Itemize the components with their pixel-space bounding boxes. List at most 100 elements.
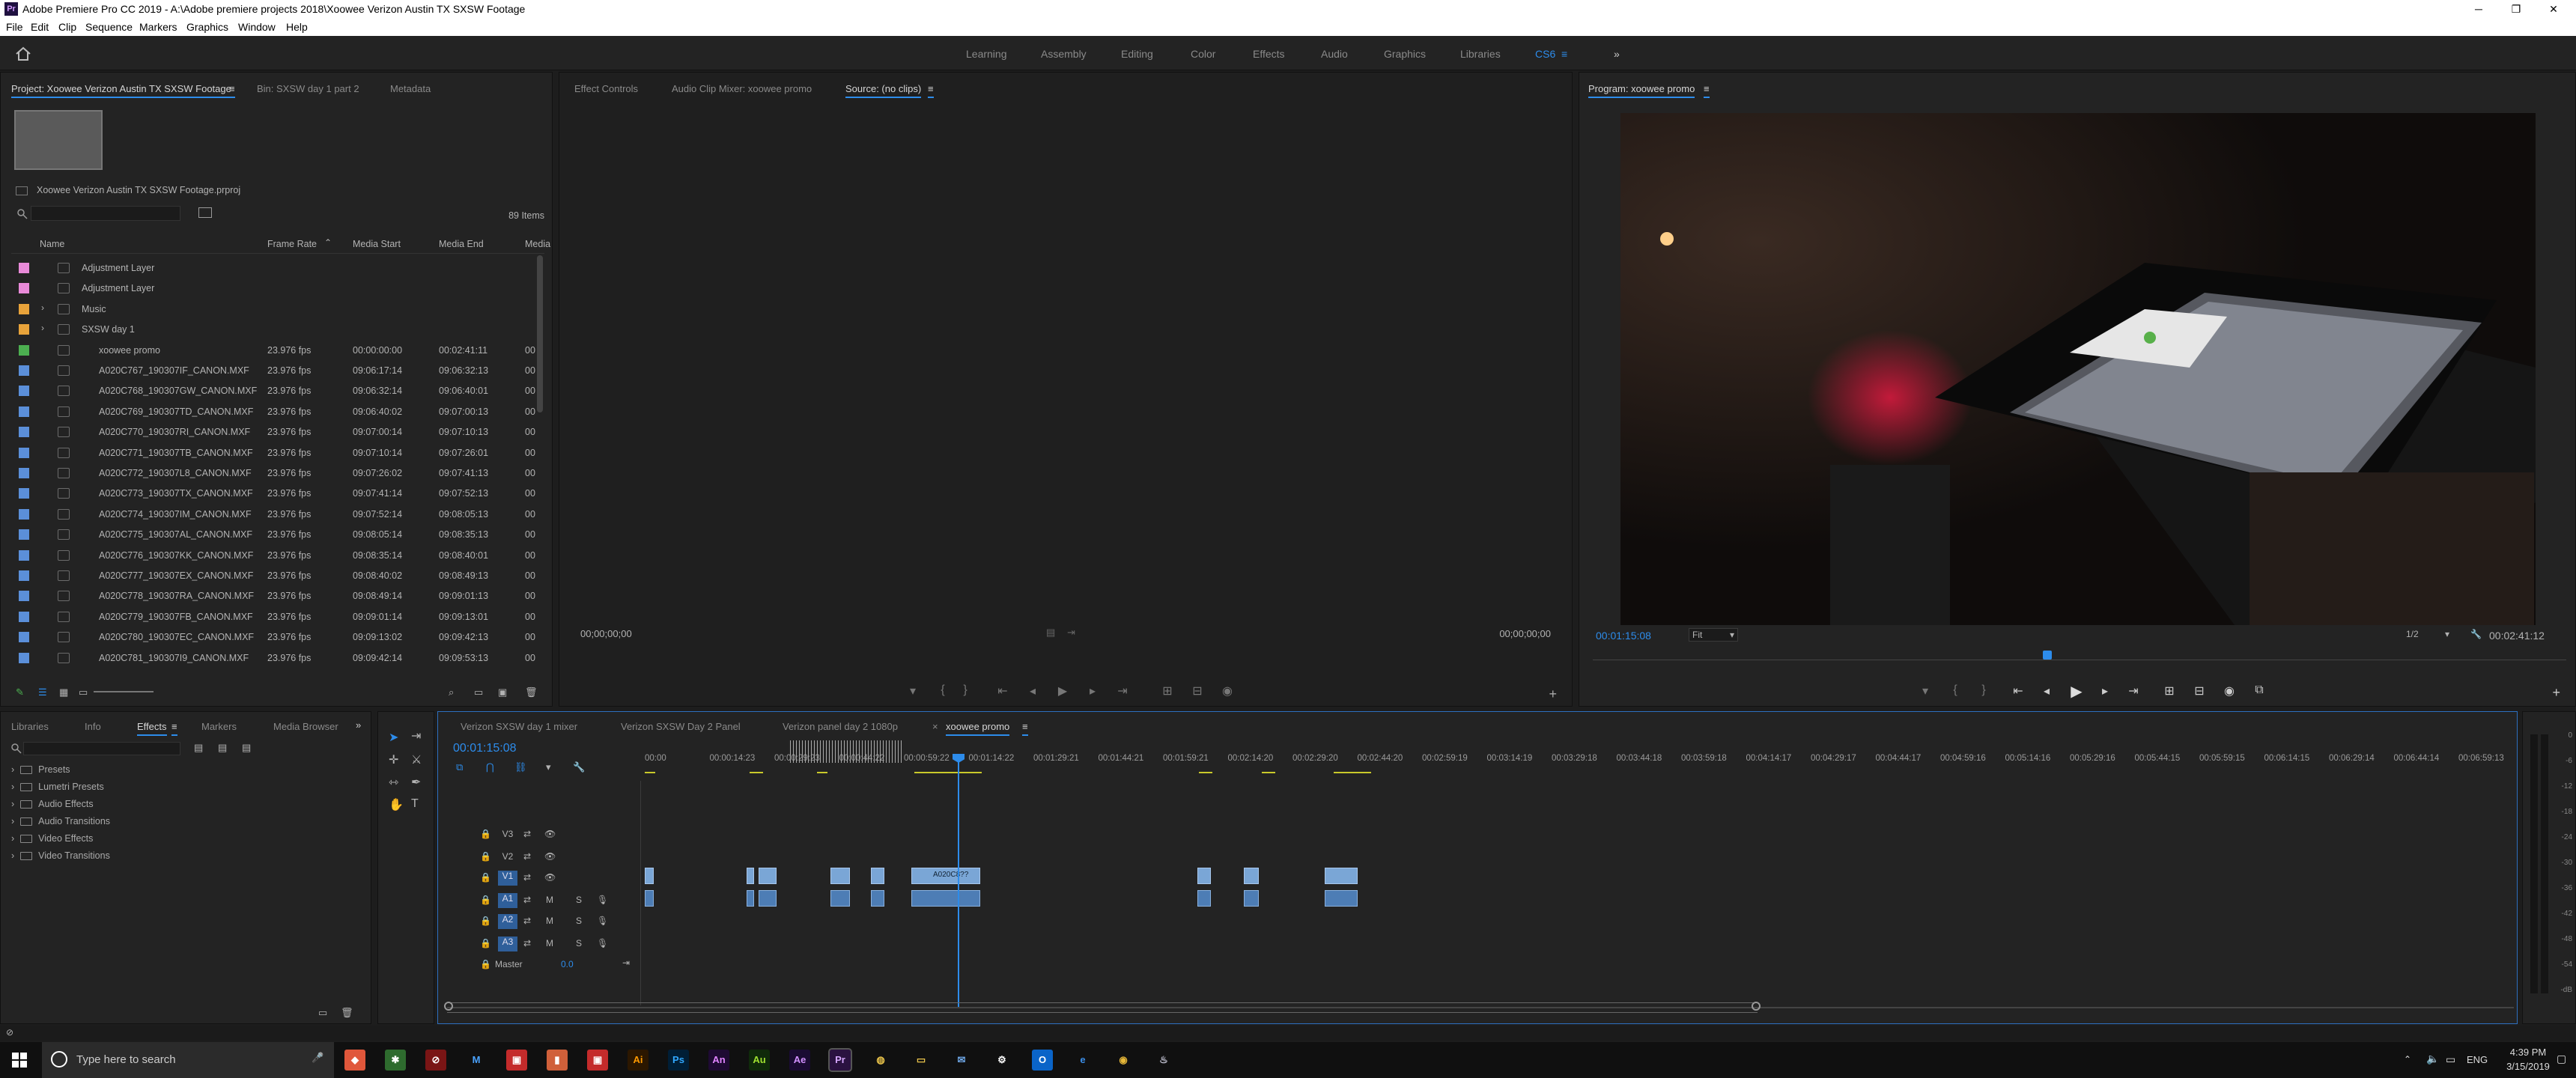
settings-gear-icon[interactable]: ⚙ [991,1050,1012,1071]
project-tab-menu[interactable]: ≡ [229,83,235,98]
label-color-swatch[interactable] [19,406,29,417]
new-bin-from-search-icon[interactable] [198,207,212,218]
track-sync-icon[interactable]: ⇄ [523,938,531,948]
home-icon[interactable] [15,46,31,61]
program-video-frame[interactable] [1620,113,2536,625]
play-icon[interactable]: ▶ [1054,683,1072,698]
marker-icon[interactable]: ▾ [904,683,922,698]
export-frame-icon[interactable]: ◉ [1218,683,1236,698]
project-list-item[interactable]: › SXSW day 1 [11,320,535,340]
zoom-slider[interactable] [94,691,154,692]
column-media[interactable]: Media [525,239,550,249]
track-lock-icon[interactable]: 🔒 [480,959,491,969]
project-scrollbar[interactable] [537,255,543,412]
master-end-icon[interactable]: ⇥ [622,957,630,968]
razor-tool-icon[interactable]: ⚔ [411,752,422,767]
track-label-a2[interactable]: A2 [498,914,517,929]
freeform-view-icon[interactable]: ▭ [79,686,88,698]
list-view-icon[interactable]: ☰ [38,686,47,698]
extract-icon[interactable]: ⊟ [2190,683,2208,698]
tray-chevron-icon[interactable]: ⌃ [2404,1054,2411,1065]
program-mark-in-icon[interactable]: { [1946,683,1964,697]
microphone-icon[interactable]: 🎤 [312,1052,323,1064]
go-to-out-icon[interactable]: ⇥ [1114,683,1131,698]
delete-custom-item-icon[interactable]: 🗑 [341,1007,353,1019]
tab-audio-clip-mixer[interactable]: Audio Clip Mixer: xoowee promo [672,83,812,94]
audio-clip[interactable] [1244,890,1259,907]
tab-bin[interactable]: Bin: SXSW day 1 part 2 [257,83,359,94]
lift-icon[interactable]: ⊞ [2160,683,2178,698]
effects-overflow-button[interactable]: » [356,719,361,731]
column-media-start[interactable]: Media Start [353,239,401,249]
chevron-right-icon[interactable]: › [41,302,44,313]
tab-project[interactable]: Project: Xoowee Verizon Austin TX SXSW F… [11,83,231,98]
video-clip-selected[interactable]: A020C8?? [911,868,980,884]
workspace-color[interactable]: Color [1191,48,1215,60]
column-media-end[interactable]: Media End [439,239,484,249]
taskbar-app-icon[interactable]: ▣ [587,1050,608,1071]
project-list-item[interactable]: Adjustment Layer [11,258,535,278]
track-mute-button[interactable]: M [546,916,553,926]
workspace-editing[interactable]: Editing [1121,48,1153,60]
track-sync-icon[interactable]: ⇄ [523,916,531,926]
taskbar-search-box[interactable]: Type here to search 🎤 [42,1042,334,1078]
track-sync-icon[interactable]: ⇄ [523,895,531,905]
workspace-effects[interactable]: Effects [1253,48,1285,60]
tab-program[interactable]: Program: xoowee promo [1588,83,1695,98]
new-item-icon[interactable]: ▣ [498,686,507,698]
track-sync-icon[interactable]: ⇄ [523,872,531,883]
chrome-icon[interactable]: ◉ [1113,1050,1134,1071]
label-color-swatch[interactable] [19,427,29,438]
track-eye-icon[interactable]: 👁 [544,851,556,862]
audio-clip[interactable] [1197,890,1211,907]
project-list-item[interactable]: A020C771_190307TB_CANON.MXF 23.976 fps 09:… [11,443,535,463]
timeline-zoom-scrollbar[interactable] [444,1002,1761,1013]
program-timecode[interactable]: 00:01:15:08 [1596,630,1651,642]
selection-tool-icon[interactable]: ➤ [389,730,398,745]
menu-edit[interactable]: Edit [31,21,49,33]
label-color-swatch[interactable] [19,652,29,663]
label-color-swatch[interactable] [19,283,29,294]
track-solo-button[interactable]: S [576,916,582,926]
bin-thumbnail[interactable] [14,110,103,170]
taskbar-app-icon[interactable]: M [466,1050,487,1071]
program-go-to-out-icon[interactable]: ⇥ [2124,683,2142,698]
track-label-a3[interactable]: A3 [498,937,517,951]
workspace-overflow-button[interactable]: » [1614,48,1620,60]
step-forward-icon[interactable]: ▸ [1084,683,1102,698]
source-insert-icon[interactable]: ⇥ [1067,627,1075,639]
label-color-swatch[interactable] [19,611,29,622]
audio-clip[interactable] [747,890,754,907]
project-list-item[interactable]: A020C773_190307TX_CANON.MXF 23.976 fps 09:… [11,484,535,504]
audio-clip[interactable] [759,890,777,907]
clear-icon[interactable]: 🗑 [525,686,538,698]
project-list-item[interactable]: xoowee promo 23.976 fps 00:00:00:00 00:02:4… [11,341,535,361]
taskbar-app-icon[interactable]: ✱ [385,1050,406,1071]
workspace-cs6[interactable]: CS6 [1535,48,1555,60]
label-color-swatch[interactable] [19,344,29,356]
project-list-item[interactable]: A020C770_190307RI_CANON.MXF 23.976 fps 09:… [11,422,535,442]
taskbar-app-icon[interactable]: ◍ [870,1050,891,1071]
effects-tab-menu[interactable]: ≡ [171,721,177,736]
project-list-item[interactable]: A020C777_190307EX_CANON.MXF 23.976 fps 09:… [11,566,535,586]
program-mini-timeline[interactable] [1593,660,2566,666]
effects-folder-presets[interactable]: › Presets [11,764,70,775]
label-color-swatch[interactable] [19,447,29,458]
menu-file[interactable]: File [6,21,23,33]
menu-help[interactable]: Help [286,21,308,33]
taskbar-time[interactable]: 4:39 PM [2506,1047,2551,1058]
taskbar-app-icon[interactable]: ▣ [506,1050,527,1071]
taskbar-audition-icon[interactable]: Au [749,1050,770,1071]
tab-sequence-day1-mixer[interactable]: Verizon SXSW day 1 mixer [461,721,577,732]
new-bin-icon[interactable]: ▭ [474,686,483,698]
source-settings-icon[interactable]: ▤ [1046,627,1055,639]
volume-icon[interactable]: 🔈 [2426,1053,2439,1065]
step-back-icon[interactable]: ◂ [1024,683,1042,698]
taskbar-animate-icon[interactable]: An [708,1050,729,1071]
type-tool-icon[interactable]: T [411,797,419,811]
track-lock-icon[interactable]: 🔒 [480,851,491,862]
chevron-right-icon[interactable]: › [41,323,44,333]
taskbar-after-effects-icon[interactable]: Ae [789,1050,810,1071]
comparison-view-icon[interactable]: ⧉ [2250,683,2268,697]
audio-clip[interactable] [830,890,850,907]
